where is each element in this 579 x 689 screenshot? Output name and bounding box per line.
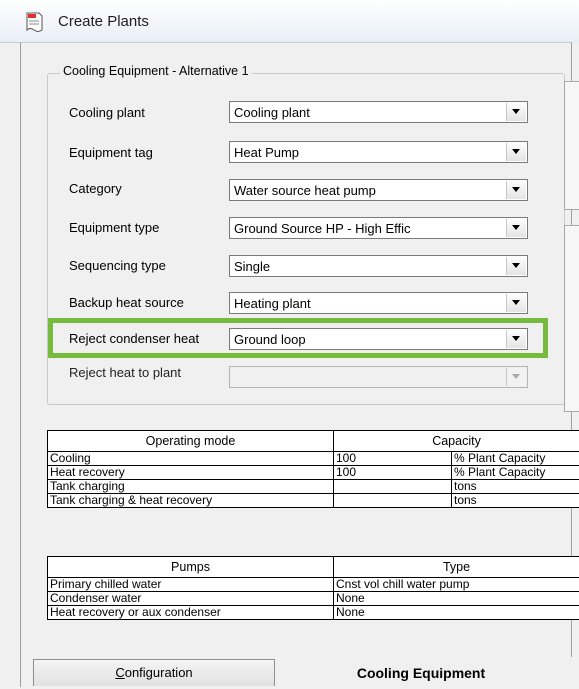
category-select[interactable]: Water source heat pump [229,179,528,201]
capacity-value-cell[interactable] [334,480,452,494]
dropdown-arrow-icon[interactable] [506,181,526,199]
sequencing-type-select[interactable]: Single [229,255,528,277]
backup-heat-source-select[interactable]: Heating plant [229,292,528,314]
dropdown-arrow-icon[interactable] [506,103,526,121]
capacity-header: Capacity [334,431,579,452]
capacity-value-cell[interactable] [334,494,452,508]
mode-cell: Cooling [48,452,334,466]
dropdown-arrow-icon[interactable] [506,219,526,237]
operating-mode-grid: Operating mode Capacity Cooling 100 % Pl… [47,430,579,538]
reject-heat-to-plant-label: Reject heat to plant [69,365,181,380]
equipment-tag-select[interactable]: Heat Pump [229,141,528,163]
cooling-plant-select[interactable]: Cooling plant [229,101,528,123]
grid-header-row: Operating mode Capacity [48,431,579,452]
table-row: Tank charging & heat recovery tons [48,494,579,508]
window-border [20,42,21,687]
mode-cell: Tank charging [48,480,334,494]
dropdown-arrow-icon[interactable] [506,294,526,312]
window-title: Create Plants [58,13,149,30]
reject-heat-to-plant-select[interactable] [229,366,528,388]
equipment-type-label: Equipment type [69,220,159,235]
pump-type-cell[interactable]: None [334,606,579,620]
capacity-unit-cell[interactable]: tons [452,480,579,494]
mode-cell: Tank charging & heat recovery [48,494,334,508]
table-row: Condenser water None [48,592,579,606]
highlight-box [48,318,548,358]
capacity-value-cell[interactable]: 100 [334,452,452,466]
pump-type-cell[interactable]: None [334,592,579,606]
table-row: Heat recovery 100 % Plant Capacity [48,466,579,480]
tab-configuration[interactable]: Configuration [33,659,275,686]
pumps-header: Pumps [48,557,334,578]
equipment-tag-value: Heat Pump [234,145,299,160]
equipment-type-select[interactable]: Ground Source HP - High Effic [229,217,528,239]
pump-type-cell[interactable]: Cnst vol chill water pump [334,578,579,592]
groupbox-legend: Cooling Equipment - Alternative 1 [60,64,252,78]
side-panel [564,225,579,412]
capacity-unit-cell[interactable]: % Plant Capacity [452,452,579,466]
operating-mode-header: Operating mode [48,431,334,452]
app-icon [26,12,43,33]
grid-header-row: Pumps Type [48,557,579,578]
capacity-unit-cell[interactable]: % Plant Capacity [452,466,579,480]
capacity-unit-cell[interactable]: tons [452,494,579,508]
tab-configuration-label: onfiguration [125,665,193,680]
backup-heat-source-value: Heating plant [234,296,311,311]
tab-configuration-accel: C [115,665,124,680]
equipment-tag-label: Equipment tag [69,145,153,160]
pump-cell: Heat recovery or aux condenser [48,606,334,620]
pump-cell: Primary chilled water [48,578,334,592]
pumps-grid: Pumps Type Primary chilled water Cnst vo… [47,556,579,646]
dropdown-arrow-icon[interactable] [506,368,526,386]
equipment-type-value: Ground Source HP - High Effic [234,221,411,236]
mode-cell: Heat recovery [48,466,334,480]
cooling-plant-value: Cooling plant [234,105,310,120]
type-header: Type [334,557,579,578]
category-label: Category [69,181,122,196]
category-value: Water source heat pump [234,183,376,198]
side-panel [564,81,579,210]
table-row: Cooling 100 % Plant Capacity [48,452,579,466]
table-row: Primary chilled water Cnst vol chill wat… [48,578,579,592]
table-row: Tank charging tons [48,480,579,494]
table-row: Heat recovery or aux condenser None [48,606,579,620]
tab-cooling-equipment[interactable]: Cooling Equipment [276,657,566,687]
backup-heat-source-label: Backup heat source [69,295,184,310]
dropdown-arrow-icon[interactable] [506,143,526,161]
cooling-plant-label: Cooling plant [69,105,145,120]
sequencing-type-label: Sequencing type [69,258,166,273]
pump-cell: Condenser water [48,592,334,606]
dropdown-arrow-icon[interactable] [506,257,526,275]
capacity-value-cell[interactable]: 100 [334,466,452,480]
sequencing-type-value: Single [234,259,270,274]
